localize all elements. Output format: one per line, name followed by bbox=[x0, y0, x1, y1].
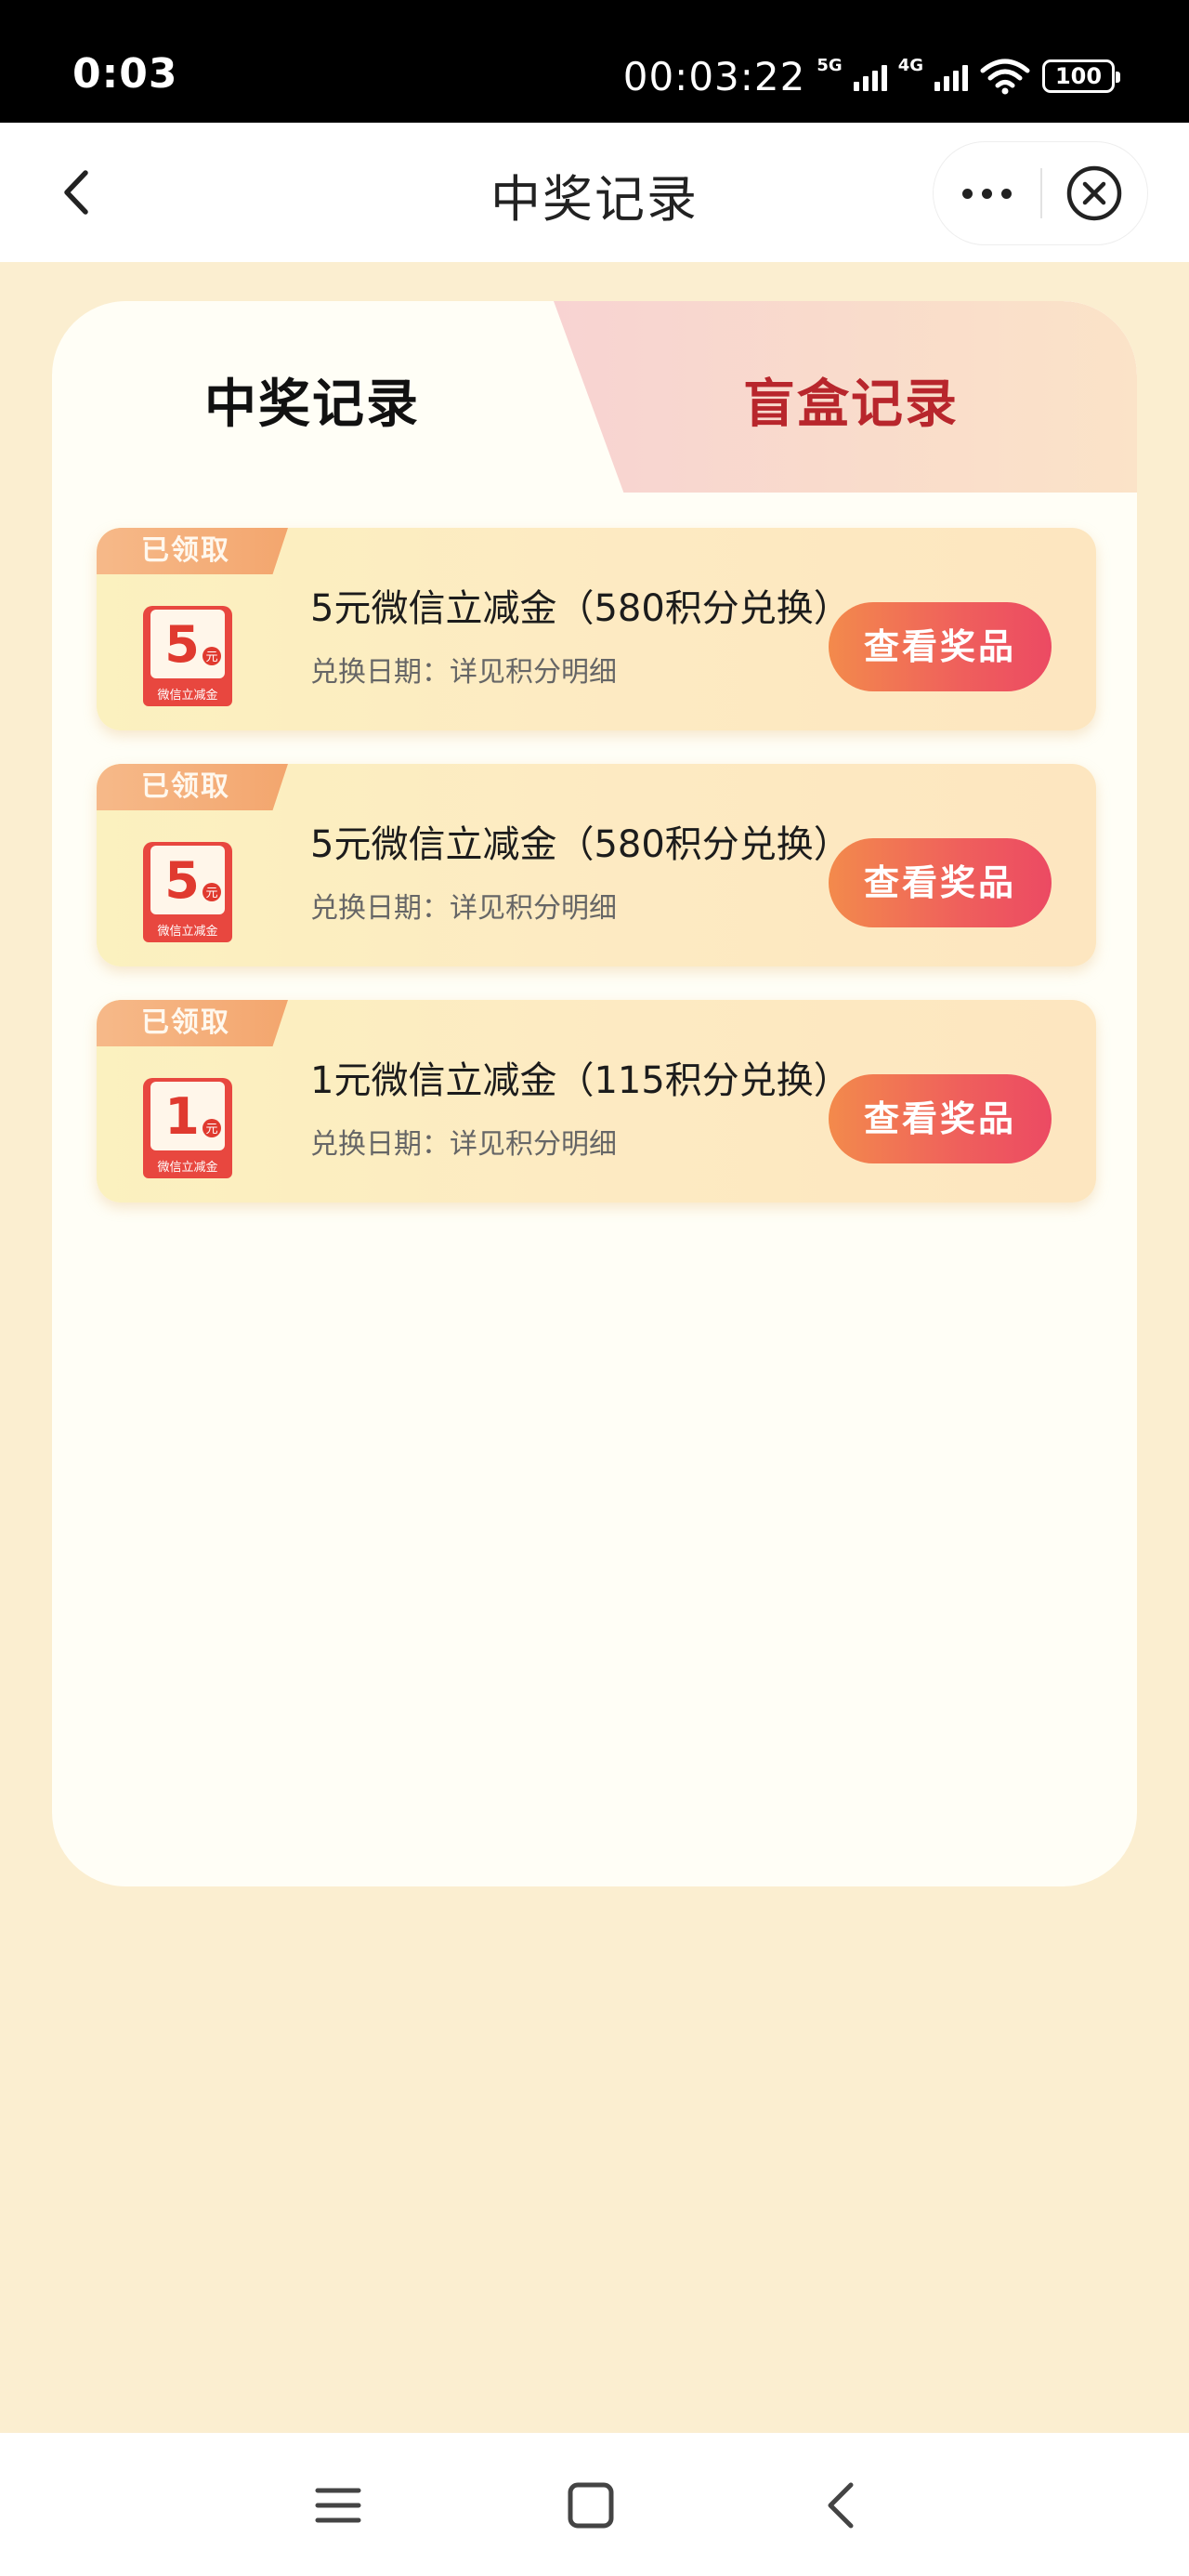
prize-title: 1元微信立减金（115积分兑换） bbox=[310, 1059, 851, 1102]
coupon-amount: 5 bbox=[164, 615, 200, 674]
status-badge: 已领取 bbox=[97, 764, 288, 810]
menu-icon[interactable] bbox=[308, 2476, 368, 2535]
coupon-caption: 微信立减金 bbox=[157, 1160, 217, 1175]
tab-blindbox-records[interactable]: 盲盒记录 bbox=[609, 362, 1092, 438]
status-bar: 0:03 00:03:22 5G 4G 100 bbox=[0, 0, 1189, 123]
coupon-amount: 1 bbox=[164, 1087, 200, 1146]
redeem-date: 兑换日期：详见积分明细 bbox=[310, 1128, 617, 1161]
network-5g-label: 5G bbox=[817, 56, 843, 75]
wifi-icon bbox=[980, 59, 1030, 95]
more-button[interactable] bbox=[934, 141, 1040, 245]
signal-icon bbox=[853, 61, 887, 91]
miniprogram-capsule bbox=[933, 141, 1148, 245]
coupon-unit: 元 bbox=[205, 887, 217, 900]
view-prize-button[interactable]: 查看奖品 bbox=[829, 1074, 1052, 1163]
battery-icon: 100 bbox=[1042, 59, 1120, 93]
view-prize-button[interactable]: 查看奖品 bbox=[829, 838, 1052, 927]
close-button[interactable] bbox=[1042, 141, 1147, 245]
coupon-amount: 5 bbox=[164, 851, 200, 910]
back-chevron-icon[interactable] bbox=[814, 2476, 873, 2535]
prize-title: 5元微信立减金（580积分兑换） bbox=[310, 823, 851, 866]
status-clock: 00:03:22 bbox=[622, 53, 806, 99]
status-indicators: 00:03:22 5G 4G 100 bbox=[622, 50, 1120, 102]
battery-level: 100 bbox=[1054, 63, 1103, 89]
coupon-unit: 元 bbox=[205, 1123, 217, 1137]
more-dots-icon bbox=[958, 188, 1016, 199]
redeem-date: 兑换日期：详见积分明细 bbox=[310, 892, 617, 925]
coupon-icon: 1 元 微信立减金 bbox=[143, 1078, 232, 1178]
coupon-caption: 微信立减金 bbox=[157, 924, 217, 939]
coupon-icon: 5 元 微信立减金 bbox=[143, 842, 232, 942]
prize-title: 5元微信立减金（580积分兑换） bbox=[310, 587, 851, 630]
list-item: 已领取 5 元 微信立减金 5元微信立减金（580积分兑换） 兑换日期：详见积分… bbox=[97, 764, 1096, 966]
status-time: 0:03 bbox=[72, 50, 178, 98]
coupon-caption: 微信立减金 bbox=[157, 688, 217, 703]
home-square-icon[interactable] bbox=[561, 2476, 621, 2535]
redeem-date: 兑换日期：详见积分明细 bbox=[310, 656, 617, 689]
signal-icon bbox=[934, 61, 968, 91]
network-4g-label: 4G bbox=[897, 56, 923, 75]
list-item: 已领取 5 元 微信立减金 5元微信立减金（580积分兑换） 兑换日期：详见积分… bbox=[97, 528, 1096, 730]
close-circle-icon bbox=[1067, 165, 1122, 221]
nav-bar: 中奖记录 bbox=[0, 123, 1189, 262]
view-prize-button[interactable]: 查看奖品 bbox=[829, 602, 1052, 691]
records-card: 中奖记录 盲盒记录 已领取 5 元 微信立减金 5元微信立减金（580积分兑换）… bbox=[52, 301, 1137, 1886]
coupon-icon: 5 元 微信立减金 bbox=[143, 606, 232, 706]
tab-prize-records[interactable]: 中奖记录 bbox=[52, 362, 572, 438]
records-list: 已领取 5 元 微信立减金 5元微信立减金（580积分兑换） 兑换日期：详见积分… bbox=[97, 528, 1096, 1236]
status-badge: 已领取 bbox=[97, 528, 288, 574]
system-nav-bar bbox=[0, 2433, 1189, 2576]
list-item: 已领取 1 元 微信立减金 1元微信立减金（115积分兑换） 兑换日期：详见积分… bbox=[97, 1000, 1096, 1203]
status-badge: 已领取 bbox=[97, 1000, 288, 1046]
coupon-unit: 元 bbox=[205, 651, 217, 664]
